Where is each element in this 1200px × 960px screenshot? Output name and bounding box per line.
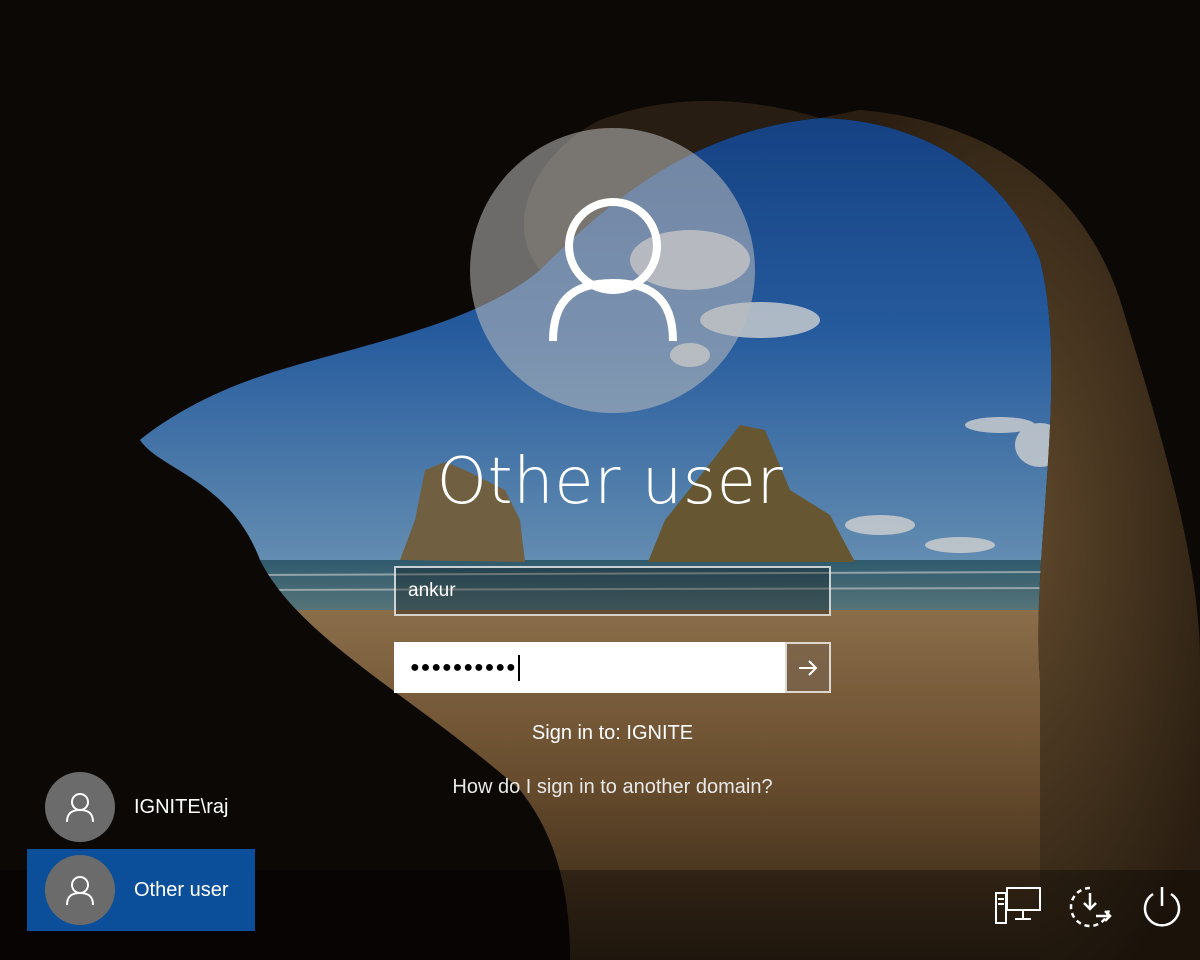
- submit-button[interactable]: [785, 642, 831, 693]
- sign-in-domain-text: Sign in to: IGNITE: [531, 722, 694, 744]
- user-avatar-small: [45, 772, 115, 842]
- power-button[interactable]: [1136, 882, 1188, 932]
- arrow-right-icon: [799, 659, 818, 676]
- network-button[interactable]: [992, 882, 1044, 932]
- user-avatar-large: [470, 128, 755, 413]
- user-tile-label: IGNITE\raj: [134, 795, 229, 818]
- network-icon: [995, 887, 1041, 924]
- username-field[interactable]: ankur: [394, 566, 831, 616]
- ease-of-access-button[interactable]: [1064, 882, 1116, 932]
- user-tile-label: Other user: [134, 878, 229, 901]
- username-value: ankur: [408, 580, 456, 601]
- user-tile-raj[interactable]: IGNITE\raj: [27, 766, 255, 848]
- power-icon: [1143, 887, 1181, 927]
- password-mask: ●●●●●●●●●●: [410, 659, 517, 676]
- account-title: Other user: [436, 445, 784, 519]
- user-tile-other-user[interactable]: Other user: [27, 849, 255, 931]
- text-caret: [517, 654, 520, 681]
- accessibility-icon: [1069, 886, 1112, 928]
- person-icon: [66, 876, 94, 906]
- person-icon: [548, 197, 677, 341]
- password-field[interactable]: ●●●●●●●●●●: [394, 642, 785, 693]
- domain-help-link[interactable]: How do I sign in to another domain?: [330, 776, 895, 799]
- user-avatar-small: [45, 855, 115, 925]
- person-icon: [66, 793, 94, 823]
